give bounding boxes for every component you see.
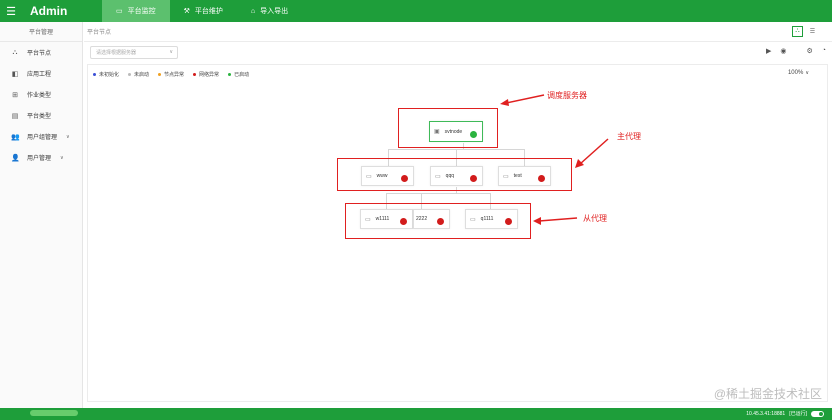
app-window: ☰ Admin ▭ 平台监控 ⚒ 平台维护 ⌂ 导入导出 平台管理 ⛬ 平台节点…: [0, 0, 832, 420]
chevron-down-icon: ∨: [805, 70, 809, 76]
sidebar-item-user-groups[interactable]: 👥 用户组管理 ∨: [0, 126, 82, 147]
legend-label: 已启动: [234, 72, 250, 78]
users-icon: 👥: [11, 133, 20, 141]
annotation-scheduler: 调度服务器: [547, 91, 587, 100]
top-bar: ☰ Admin ▭ 平台监控 ⚒ 平台维护 ⌂ 导入导出: [0, 0, 832, 22]
annotation-secondary: 从代理: [583, 214, 607, 223]
top-tabs: ▭ 平台监控 ⚒ 平台维护 ⌂ 导入导出: [102, 0, 302, 22]
chevron-down-icon: ∨: [66, 133, 70, 140]
tab-platform-monitor[interactable]: ▭ 平台监控: [102, 0, 170, 22]
annotation-arrow: [533, 217, 578, 225]
page-title: 平台节点: [87, 30, 112, 36]
legend-dot: [158, 73, 162, 76]
sidebar-item-label: 应用工程: [27, 72, 52, 78]
legend-dot: [193, 73, 197, 76]
legend-item: 节点异常: [158, 71, 184, 78]
sidebar-item-job-types[interactable]: ⊞ 作业类型: [0, 84, 82, 105]
annotation-arrow: [500, 94, 545, 106]
legend-label: 网络异常: [199, 72, 220, 78]
connector-line: [386, 193, 491, 194]
run-status: [已运行]: [789, 411, 807, 417]
sidebar-item-platform-types[interactable]: ▤ 平台类型: [0, 105, 82, 126]
select-placeholder: 请选择根据服务器: [96, 50, 137, 56]
chevron-down-icon: ∨: [169, 49, 173, 55]
annotation-arrow: [575, 138, 609, 168]
annotation-box-secondary: [345, 203, 531, 239]
legend-dot: [93, 73, 96, 76]
server-address: 10.45.3.41:18881: [746, 410, 786, 417]
sidebar-item-label: 用户组管理: [27, 135, 58, 141]
legend-label: 未初始化: [99, 72, 120, 78]
tab-import-export[interactable]: ⌂ 导入导出: [237, 0, 302, 22]
annotation-box-scheduler: [398, 108, 498, 148]
toolbar: 请选择根据服务器 ∨ ▶ ◉ ⚙ ◔: [90, 46, 826, 60]
list-icon: ▤: [11, 112, 19, 120]
sidebar-item-users[interactable]: 👤 用户管理 ∨: [0, 147, 82, 168]
watermark: @稀土掘金技术社区: [713, 387, 822, 401]
play-icon[interactable]: ▶: [766, 47, 771, 55]
zoom-level[interactable]: 100% ∨: [788, 70, 809, 76]
stop-icon[interactable]: ◉: [780, 47, 786, 55]
zoom-value: 100%: [787, 70, 804, 76]
server-select[interactable]: 请选择根据服务器 ∨: [90, 46, 178, 59]
footer-link[interactable]: [30, 410, 78, 416]
topology-icon: ⛬: [12, 48, 18, 56]
sidebar-header: 平台管理: [0, 22, 82, 42]
sidebar-item-app-projects[interactable]: ◧ 应用工程: [0, 63, 82, 84]
menu-icon[interactable]: ☰: [0, 0, 22, 22]
sidebar-item-label: 平台节点: [27, 51, 52, 57]
status-legend: 未初始化 未启动 节点异常 网络异常 已启动: [93, 71, 249, 78]
sidebar-item-label: 作业类型: [27, 93, 52, 99]
sidebar-item-platform-nodes[interactable]: ⛬ 平台节点: [0, 42, 82, 63]
monitor-icon: ▭: [116, 8, 123, 15]
brand-title: Admin: [30, 4, 68, 18]
legend-label: 节点异常: [164, 72, 185, 78]
list-view-icon[interactable]: ☰: [807, 26, 818, 37]
sidebar-item-label: 平台类型: [27, 114, 52, 120]
home-icon: ⌂: [250, 7, 256, 15]
run-toggle[interactable]: [811, 410, 824, 417]
legend-item: 网络异常: [193, 71, 219, 78]
legend-dot: [228, 73, 232, 76]
tree-view-icon[interactable]: ⛬: [792, 26, 803, 37]
status-bar: 10.45.3.41:18881 [已运行]: [0, 408, 832, 420]
chevron-down-icon: ∨: [60, 154, 64, 161]
breadcrumb: 平台节点: [84, 22, 832, 42]
tab-label: 导入导出: [260, 8, 289, 15]
toolbar-controls: ▶ ◉ ⚙ ◔: [766, 47, 826, 55]
sidebar-item-label: 用户管理: [27, 156, 52, 162]
annotation-box-primary: [337, 158, 572, 191]
legend-label: 未启动: [134, 72, 150, 78]
settings-icon[interactable]: ⚙: [806, 47, 812, 55]
legend-dot: [128, 73, 132, 76]
tab-label: 平台维护: [194, 8, 223, 15]
wrench-icon: ⚒: [183, 8, 190, 15]
legend-item: 未初始化: [93, 71, 119, 78]
view-toggle: ⛬ ☰: [792, 26, 818, 37]
refresh-icon[interactable]: ◔: [822, 47, 826, 55]
legend-item: 未启动: [128, 71, 149, 78]
tab-label: 平台监控: [127, 8, 156, 15]
footer-status: 10.45.3.41:18881 [已运行]: [746, 410, 824, 417]
tab-platform-maintenance[interactable]: ⚒ 平台维护: [170, 0, 237, 22]
annotation-primary: 主代理: [617, 132, 641, 141]
cube-icon: ◧: [11, 70, 19, 78]
sidebar: 平台管理 ⛬ 平台节点 ◧ 应用工程 ⊞ 作业类型 ▤ 平台类型 👥 用户组管理…: [0, 22, 83, 408]
legend-item: 已启动: [228, 71, 249, 78]
user-icon: 👤: [11, 154, 20, 162]
grid-icon: ⊞: [12, 91, 18, 99]
